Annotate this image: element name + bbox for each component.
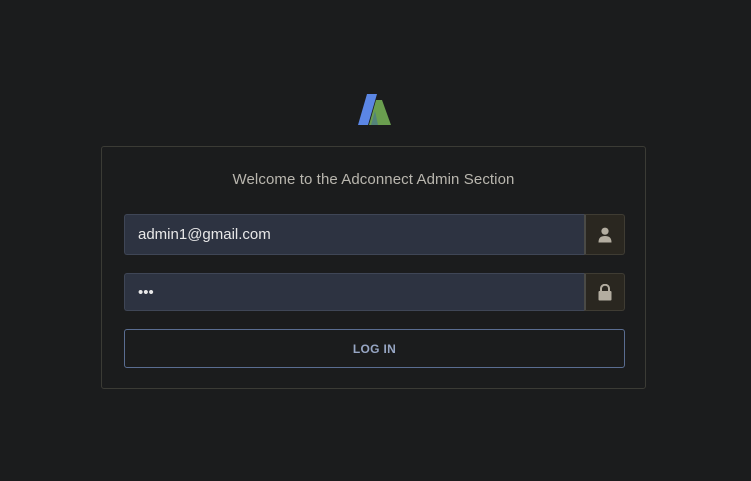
email-input-group: [124, 214, 625, 255]
login-title: Welcome to the Adconnect Admin Section: [232, 171, 515, 188]
login-page: Welcome to the Adconnect Admin Section L…: [0, 0, 751, 481]
email-field[interactable]: [124, 214, 584, 255]
password-addon: [584, 273, 625, 311]
adconnect-logo-icon: [358, 94, 391, 125]
login-button[interactable]: LOG IN: [124, 329, 625, 368]
lock-icon: [598, 283, 612, 300]
user-icon: [598, 227, 612, 242]
login-card: Welcome to the Adconnect Admin Section L…: [101, 146, 646, 389]
email-addon: [584, 214, 625, 255]
password-field[interactable]: [124, 273, 584, 311]
password-input-group: [124, 273, 625, 311]
